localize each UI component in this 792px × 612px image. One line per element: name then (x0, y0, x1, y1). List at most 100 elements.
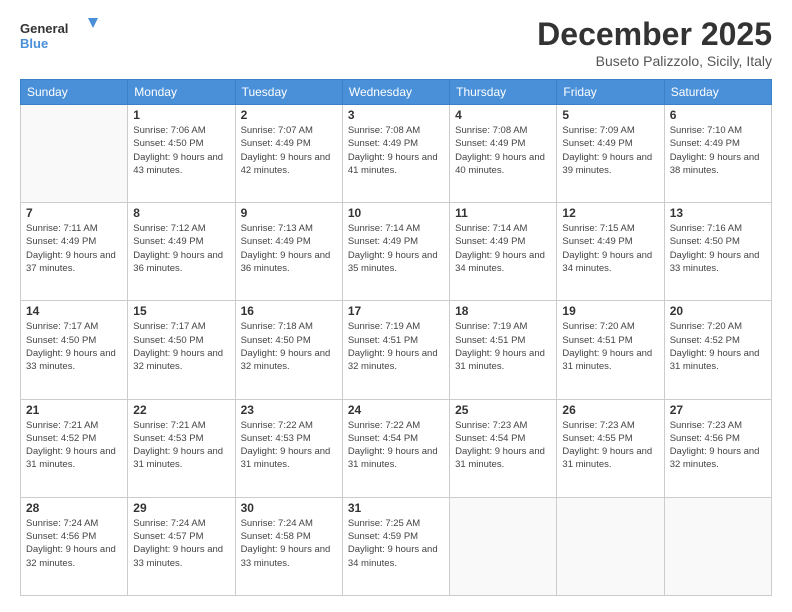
day-cell-0-1: 1 Sunrise: 7:06 AMSunset: 4:50 PMDayligh… (128, 105, 235, 203)
col-thursday: Thursday (450, 80, 557, 105)
day-number: 4 (455, 108, 551, 122)
day-cell-0-5: 5 Sunrise: 7:09 AMSunset: 4:49 PMDayligh… (557, 105, 664, 203)
day-cell-3-0: 21 Sunrise: 7:21 AMSunset: 4:52 PMDaylig… (21, 399, 128, 497)
day-info: Sunrise: 7:19 AMSunset: 4:51 PMDaylight:… (348, 320, 444, 373)
day-cell-4-2: 30 Sunrise: 7:24 AMSunset: 4:58 PMDaylig… (235, 497, 342, 595)
day-cell-2-1: 15 Sunrise: 7:17 AMSunset: 4:50 PMDaylig… (128, 301, 235, 399)
day-cell-2-0: 14 Sunrise: 7:17 AMSunset: 4:50 PMDaylig… (21, 301, 128, 399)
day-cell-2-3: 17 Sunrise: 7:19 AMSunset: 4:51 PMDaylig… (342, 301, 449, 399)
day-info: Sunrise: 7:21 AMSunset: 4:53 PMDaylight:… (133, 419, 229, 472)
day-number: 28 (26, 501, 122, 515)
day-cell-1-2: 9 Sunrise: 7:13 AMSunset: 4:49 PMDayligh… (235, 203, 342, 301)
col-saturday: Saturday (664, 80, 771, 105)
day-info: Sunrise: 7:22 AMSunset: 4:54 PMDaylight:… (348, 419, 444, 472)
day-cell-2-2: 16 Sunrise: 7:18 AMSunset: 4:50 PMDaylig… (235, 301, 342, 399)
day-cell-0-6: 6 Sunrise: 7:10 AMSunset: 4:49 PMDayligh… (664, 105, 771, 203)
day-cell-4-6 (664, 497, 771, 595)
month-title: December 2025 (537, 16, 772, 53)
day-info: Sunrise: 7:15 AMSunset: 4:49 PMDaylight:… (562, 222, 658, 275)
day-info: Sunrise: 7:07 AMSunset: 4:49 PMDaylight:… (241, 124, 337, 177)
day-cell-4-5 (557, 497, 664, 595)
day-number: 31 (348, 501, 444, 515)
day-number: 17 (348, 304, 444, 318)
day-info: Sunrise: 7:09 AMSunset: 4:49 PMDaylight:… (562, 124, 658, 177)
day-cell-0-3: 3 Sunrise: 7:08 AMSunset: 4:49 PMDayligh… (342, 105, 449, 203)
calendar-header-row: Sunday Monday Tuesday Wednesday Thursday… (21, 80, 772, 105)
day-cell-0-2: 2 Sunrise: 7:07 AMSunset: 4:49 PMDayligh… (235, 105, 342, 203)
day-number: 19 (562, 304, 658, 318)
day-cell-1-3: 10 Sunrise: 7:14 AMSunset: 4:49 PMDaylig… (342, 203, 449, 301)
day-info: Sunrise: 7:16 AMSunset: 4:50 PMDaylight:… (670, 222, 766, 275)
day-cell-4-0: 28 Sunrise: 7:24 AMSunset: 4:56 PMDaylig… (21, 497, 128, 595)
day-number: 2 (241, 108, 337, 122)
day-number: 29 (133, 501, 229, 515)
day-number: 13 (670, 206, 766, 220)
day-info: Sunrise: 7:24 AMSunset: 4:56 PMDaylight:… (26, 517, 122, 570)
day-number: 7 (26, 206, 122, 220)
day-cell-1-1: 8 Sunrise: 7:12 AMSunset: 4:49 PMDayligh… (128, 203, 235, 301)
day-cell-4-1: 29 Sunrise: 7:24 AMSunset: 4:57 PMDaylig… (128, 497, 235, 595)
day-info: Sunrise: 7:08 AMSunset: 4:49 PMDaylight:… (348, 124, 444, 177)
day-number: 1 (133, 108, 229, 122)
day-info: Sunrise: 7:11 AMSunset: 4:49 PMDaylight:… (26, 222, 122, 275)
week-row-1: 1 Sunrise: 7:06 AMSunset: 4:50 PMDayligh… (21, 105, 772, 203)
location: Buseto Palizzolo, Sicily, Italy (537, 53, 772, 69)
day-cell-3-3: 24 Sunrise: 7:22 AMSunset: 4:54 PMDaylig… (342, 399, 449, 497)
week-row-2: 7 Sunrise: 7:11 AMSunset: 4:49 PMDayligh… (21, 203, 772, 301)
day-number: 15 (133, 304, 229, 318)
day-info: Sunrise: 7:10 AMSunset: 4:49 PMDaylight:… (670, 124, 766, 177)
day-info: Sunrise: 7:18 AMSunset: 4:50 PMDaylight:… (241, 320, 337, 373)
day-info: Sunrise: 7:08 AMSunset: 4:49 PMDaylight:… (455, 124, 551, 177)
day-number: 18 (455, 304, 551, 318)
day-number: 25 (455, 403, 551, 417)
day-cell-3-2: 23 Sunrise: 7:22 AMSunset: 4:53 PMDaylig… (235, 399, 342, 497)
day-number: 27 (670, 403, 766, 417)
day-number: 5 (562, 108, 658, 122)
day-cell-1-4: 11 Sunrise: 7:14 AMSunset: 4:49 PMDaylig… (450, 203, 557, 301)
week-row-4: 21 Sunrise: 7:21 AMSunset: 4:52 PMDaylig… (21, 399, 772, 497)
day-info: Sunrise: 7:14 AMSunset: 4:49 PMDaylight:… (455, 222, 551, 275)
day-info: Sunrise: 7:19 AMSunset: 4:51 PMDaylight:… (455, 320, 551, 373)
day-info: Sunrise: 7:23 AMSunset: 4:54 PMDaylight:… (455, 419, 551, 472)
day-cell-4-3: 31 Sunrise: 7:25 AMSunset: 4:59 PMDaylig… (342, 497, 449, 595)
day-number: 20 (670, 304, 766, 318)
logo-icon: General Blue (20, 16, 105, 52)
day-info: Sunrise: 7:14 AMSunset: 4:49 PMDaylight:… (348, 222, 444, 275)
day-info: Sunrise: 7:13 AMSunset: 4:49 PMDaylight:… (241, 222, 337, 275)
page: General Blue December 2025 Buseto Palizz… (0, 0, 792, 612)
day-number: 3 (348, 108, 444, 122)
day-info: Sunrise: 7:23 AMSunset: 4:56 PMDaylight:… (670, 419, 766, 472)
week-row-3: 14 Sunrise: 7:17 AMSunset: 4:50 PMDaylig… (21, 301, 772, 399)
day-info: Sunrise: 7:25 AMSunset: 4:59 PMDaylight:… (348, 517, 444, 570)
day-number: 10 (348, 206, 444, 220)
calendar-table: Sunday Monday Tuesday Wednesday Thursday… (20, 79, 772, 596)
day-number: 6 (670, 108, 766, 122)
day-cell-2-5: 19 Sunrise: 7:20 AMSunset: 4:51 PMDaylig… (557, 301, 664, 399)
day-info: Sunrise: 7:06 AMSunset: 4:50 PMDaylight:… (133, 124, 229, 177)
day-info: Sunrise: 7:20 AMSunset: 4:52 PMDaylight:… (670, 320, 766, 373)
day-cell-3-6: 27 Sunrise: 7:23 AMSunset: 4:56 PMDaylig… (664, 399, 771, 497)
day-info: Sunrise: 7:24 AMSunset: 4:58 PMDaylight:… (241, 517, 337, 570)
day-info: Sunrise: 7:17 AMSunset: 4:50 PMDaylight:… (26, 320, 122, 373)
title-block: December 2025 Buseto Palizzolo, Sicily, … (537, 16, 772, 69)
day-number: 16 (241, 304, 337, 318)
calendar-body: 1 Sunrise: 7:06 AMSunset: 4:50 PMDayligh… (21, 105, 772, 596)
day-info: Sunrise: 7:22 AMSunset: 4:53 PMDaylight:… (241, 419, 337, 472)
day-info: Sunrise: 7:24 AMSunset: 4:57 PMDaylight:… (133, 517, 229, 570)
svg-text:General: General (20, 21, 68, 36)
day-cell-2-4: 18 Sunrise: 7:19 AMSunset: 4:51 PMDaylig… (450, 301, 557, 399)
day-number: 12 (562, 206, 658, 220)
day-cell-4-4 (450, 497, 557, 595)
day-cell-1-0: 7 Sunrise: 7:11 AMSunset: 4:49 PMDayligh… (21, 203, 128, 301)
day-info: Sunrise: 7:12 AMSunset: 4:49 PMDaylight:… (133, 222, 229, 275)
day-number: 14 (26, 304, 122, 318)
header: General Blue December 2025 Buseto Palizz… (20, 16, 772, 69)
col-tuesday: Tuesday (235, 80, 342, 105)
day-info: Sunrise: 7:17 AMSunset: 4:50 PMDaylight:… (133, 320, 229, 373)
col-monday: Monday (128, 80, 235, 105)
day-cell-2-6: 20 Sunrise: 7:20 AMSunset: 4:52 PMDaylig… (664, 301, 771, 399)
day-cell-3-1: 22 Sunrise: 7:21 AMSunset: 4:53 PMDaylig… (128, 399, 235, 497)
day-info: Sunrise: 7:20 AMSunset: 4:51 PMDaylight:… (562, 320, 658, 373)
day-cell-1-5: 12 Sunrise: 7:15 AMSunset: 4:49 PMDaylig… (557, 203, 664, 301)
day-number: 26 (562, 403, 658, 417)
